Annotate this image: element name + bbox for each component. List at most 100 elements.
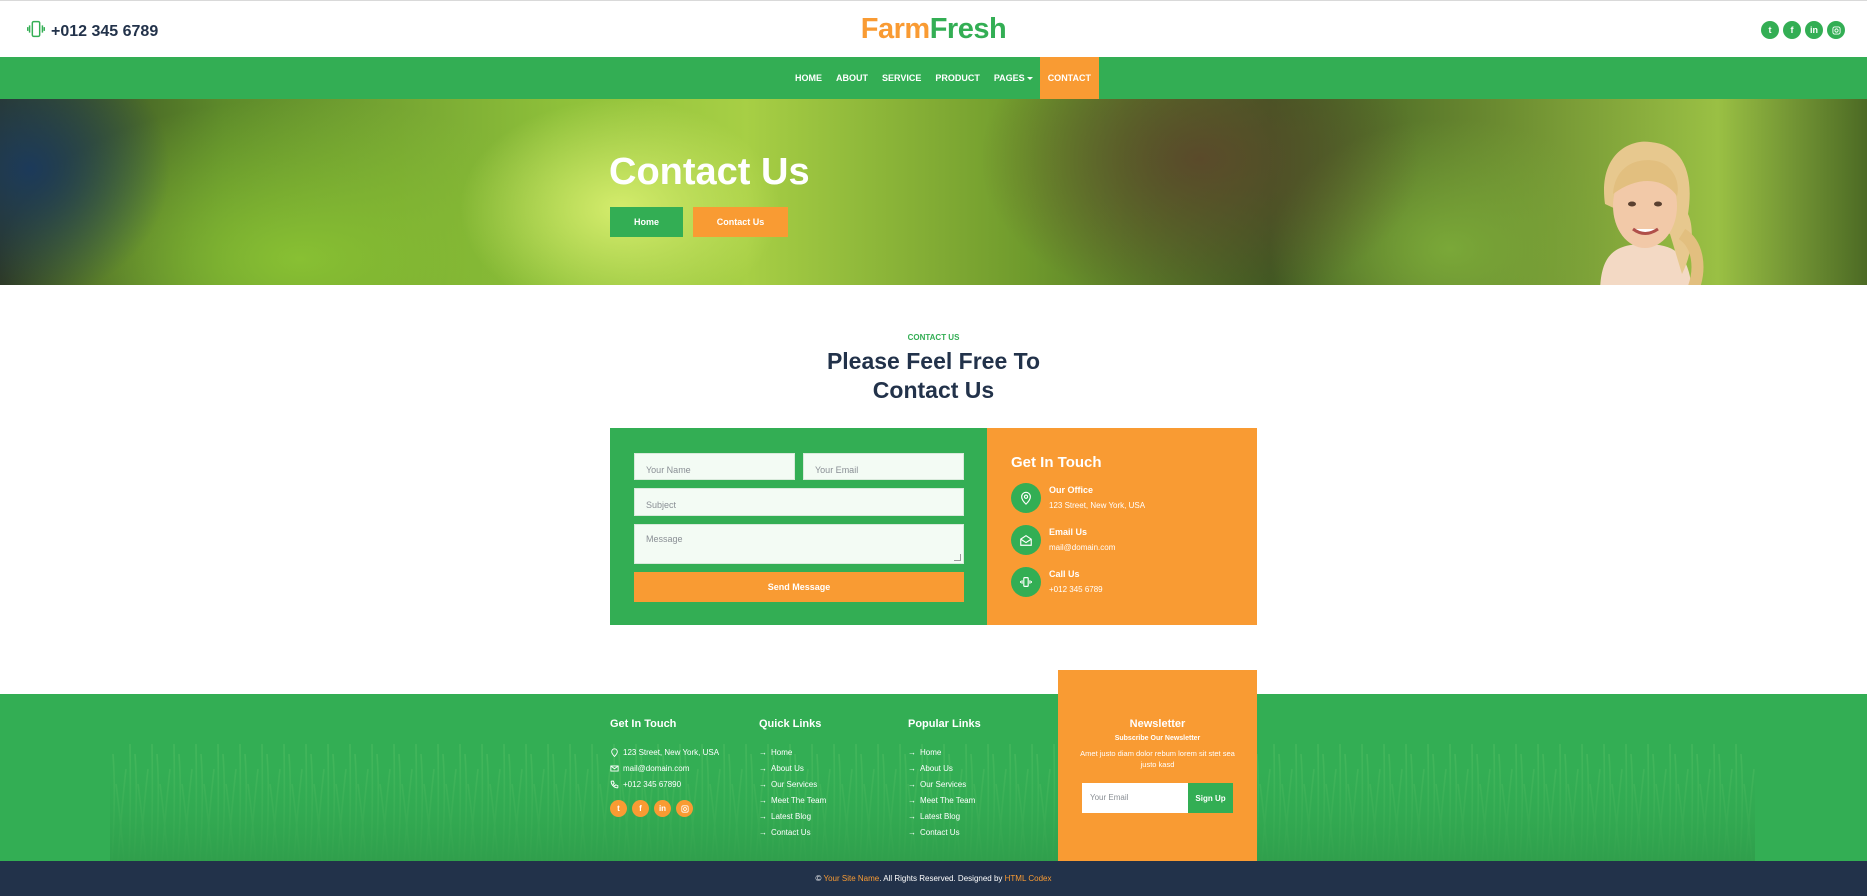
twitter-icon[interactable]: t — [1761, 21, 1779, 39]
arrow-right-icon: → — [759, 811, 767, 821]
footer-email-text: mail@domain.com — [623, 763, 690, 773]
arrow-right-icon: → — [908, 827, 916, 837]
map-pin-icon — [611, 747, 618, 757]
arrow-right-icon: → — [759, 747, 767, 757]
breadcrumb-contact-button[interactable]: Contact Us — [693, 207, 788, 237]
breadcrumb-home-button[interactable]: Home — [610, 207, 683, 237]
nav-about[interactable]: ABOUT — [829, 57, 875, 99]
popular-link-label: Our Services — [920, 779, 967, 789]
nav-contact[interactable]: CONTACT — [1039, 57, 1100, 99]
office-value: 123 Street, New York, USA — [1049, 501, 1146, 510]
site-logo[interactable]: FarmFresh — [0, 13, 1867, 46]
quick-link[interactable]: → Meet The Team — [759, 792, 826, 808]
message-textarea[interactable]: Message — [634, 524, 964, 564]
quick-link-label: About Us — [771, 763, 804, 773]
email-input[interactable]: Your Email — [803, 453, 964, 480]
instagram-icon[interactable] — [676, 800, 693, 817]
call-label: Call Us — [1049, 569, 1080, 579]
chevron-down-icon — [1026, 77, 1033, 81]
footer-col1-title: Get In Touch — [610, 718, 677, 730]
call-value[interactable]: +012 345 6789 — [1049, 585, 1103, 594]
newsletter-email-input[interactable]: Your Email — [1082, 783, 1188, 813]
phone-icon — [610, 780, 619, 788]
envelope-icon — [610, 765, 619, 771]
newsletter-title: Newsletter — [1129, 718, 1186, 730]
arrow-right-icon: → — [759, 795, 767, 805]
footer-phone[interactable]: +012 345 67890 — [610, 776, 719, 792]
section-heading-line2: Contact Us — [872, 377, 995, 403]
email-label: Email Us — [1049, 527, 1088, 537]
popular-link[interactable]: → Home — [908, 744, 981, 760]
popular-link-label: Meet The Team — [920, 795, 976, 805]
message-placeholder: Message — [646, 534, 683, 544]
arrow-right-icon: → — [908, 747, 916, 757]
resize-handle-icon[interactable] — [954, 554, 961, 561]
arrow-right-icon: → — [908, 811, 916, 821]
site-name-link[interactable]: Your Site Name — [824, 874, 880, 883]
footer-email[interactable]: mail@domain.com — [610, 760, 719, 776]
quick-link[interactable]: → Latest Blog — [759, 808, 826, 824]
sign-up-button[interactable]: Sign Up — [1188, 783, 1233, 813]
popular-link[interactable]: → About Us — [908, 760, 981, 776]
phone-vibrate-icon — [1011, 567, 1041, 597]
quick-link[interactable]: → Our Services — [759, 776, 826, 792]
quick-link[interactable]: → Home — [759, 744, 826, 760]
page-header-banner: Contact Us Home Contact Us — [0, 99, 1867, 285]
email-value[interactable]: mail@domain.com — [1049, 543, 1115, 552]
instagram-icon[interactable] — [1827, 21, 1845, 39]
arrow-right-icon: → — [908, 795, 916, 805]
popular-link[interactable]: → Latest Blog — [908, 808, 981, 824]
arrow-right-icon: → — [759, 779, 767, 789]
newsletter-subtitle: Subscribe Our Newsletter — [1114, 735, 1201, 742]
top-bar: +012 345 6789 FarmFresh t f in — [0, 0, 1867, 57]
page-title: Contact Us — [609, 151, 810, 193]
office-info: Our Office 123 Street, New York, USA — [1011, 483, 1145, 513]
logo-farm: Farm — [860, 13, 930, 45]
copyright-prefix: © — [815, 874, 824, 883]
footer: Get In Touch 123 Street, New York, USA m… — [0, 694, 1867, 861]
popular-link-label: Contact Us — [920, 827, 960, 837]
header-socials: t f in — [1761, 21, 1845, 39]
arrow-right-icon: → — [759, 763, 767, 773]
twitter-icon[interactable]: t — [610, 800, 627, 817]
send-message-button[interactable]: Send Message — [634, 572, 964, 602]
main-nav: HOME ABOUT SERVICE PRODUCT PAGES CONTACT — [0, 57, 1867, 99]
nav-pages[interactable]: PAGES — [987, 57, 1040, 99]
footer-address-text: 123 Street, New York, USA — [623, 747, 720, 757]
quick-link-label: Contact Us — [771, 827, 811, 837]
copyright-bar: © Your Site Name. All Rights Reserved. D… — [0, 861, 1867, 896]
arrow-right-icon: → — [759, 827, 767, 837]
popular-link-label: Home — [920, 747, 942, 757]
newsletter-panel: Newsletter Subscribe Our Newsletter Amet… — [1058, 670, 1257, 861]
newsletter-description: Amet justo diam dolor rebum lorem sit st… — [1080, 749, 1235, 769]
section-heading-line1: Please Feel Free To — [826, 348, 1041, 374]
footer-address: 123 Street, New York, USA — [610, 744, 719, 760]
arrow-right-icon: → — [908, 763, 916, 773]
nav-service[interactable]: SERVICE — [875, 57, 928, 99]
linkedin-icon[interactable]: in — [1805, 21, 1823, 39]
nav-pages-label: PAGES — [993, 73, 1025, 83]
copyright-middle: . All Rights Reserved. Designed by — [879, 874, 1005, 883]
woman-portrait-image — [1600, 141, 1704, 285]
footer-phone-text: +012 345 67890 — [623, 779, 682, 789]
facebook-icon[interactable]: f — [632, 800, 649, 817]
popular-link[interactable]: → Our Services — [908, 776, 981, 792]
newsletter-form: Your Email Sign Up — [1082, 783, 1233, 813]
footer-col2-title: Quick Links — [759, 718, 822, 730]
nav-home[interactable]: HOME — [788, 57, 829, 99]
popular-link[interactable]: → Meet The Team — [908, 792, 981, 808]
quick-link[interactable]: → About Us — [759, 760, 826, 776]
map-pin-icon — [1011, 483, 1041, 513]
nav-product[interactable]: PRODUCT — [928, 57, 987, 99]
footer-col3-title: Popular Links — [908, 718, 981, 730]
name-input[interactable]: Your Name — [634, 453, 795, 480]
linkedin-icon[interactable]: in — [654, 800, 671, 817]
facebook-icon[interactable]: f — [1783, 21, 1801, 39]
subject-input[interactable]: Subject — [634, 488, 964, 516]
contact-form: Your Name Your Email Subject Message Sen… — [610, 428, 987, 625]
quick-link[interactable]: → Contact Us — [759, 824, 826, 840]
footer-get-in-touch: Get In Touch 123 Street, New York, USA m… — [610, 718, 719, 817]
popular-link[interactable]: → Contact Us — [908, 824, 981, 840]
quick-link-label: Meet The Team — [771, 795, 827, 805]
designer-link[interactable]: HTML Codex — [1005, 874, 1052, 883]
